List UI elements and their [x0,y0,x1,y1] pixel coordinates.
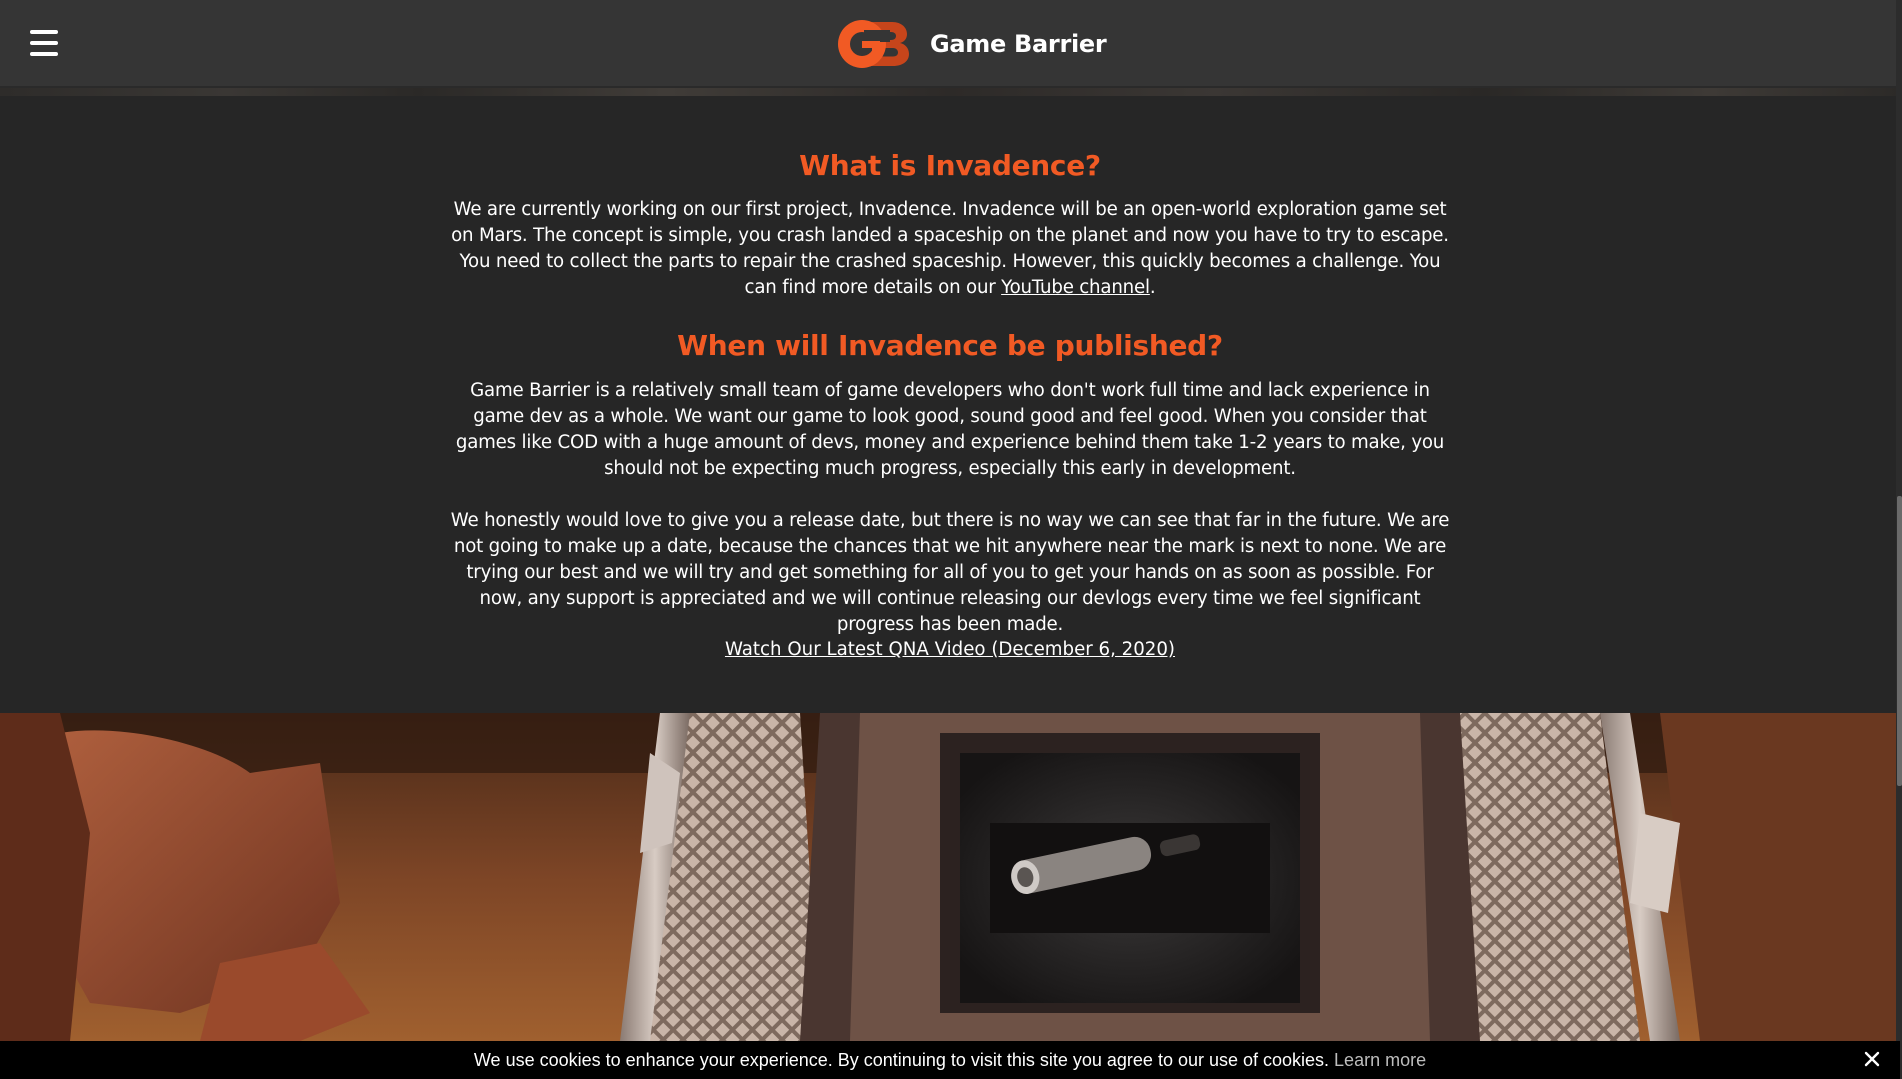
brand-home-link[interactable]: Game Barrier [836,16,1107,72]
hero-image [0,713,1900,1041]
page: Game Barrier What is Invadence? We are c… [0,0,1902,1079]
cookie-message: We use cookies to enhance your experienc… [473,1050,1335,1070]
section-paragraph-team: Game Barrier is a relatively small team … [455,380,1445,479]
section-heading-what-is-invadence: What is Invadence? [799,149,1101,182]
qna-video-link[interactable]: Watch Our Latest QNA Video (December 6, … [725,639,1175,660]
hero-artwork [0,713,1900,1041]
cookie-learn-more-link[interactable]: Learn more [1334,1050,1426,1070]
youtube-channel-link[interactable]: YouTube channel [1001,277,1150,298]
paragraph-text: We are currently working on our first pr… [451,199,1449,298]
vertical-scrollbar-thumb[interactable] [1897,496,1902,786]
site-header: Game Barrier [0,0,1900,88]
qna-video-link-wrapper: Watch Our Latest QNA Video (December 6, … [444,637,1456,663]
gb-logo-icon [838,20,909,68]
cookie-message-wrapper: We use cookies to enhance your experienc… [0,1050,1900,1070]
section-paragraph-about: We are currently working on our first pr… [444,197,1456,301]
header-decorative-strip [0,88,1900,96]
paragraph-text-end: . [1149,277,1156,298]
cookie-consent-bar: We use cookies to enhance your experienc… [0,1041,1900,1079]
section-paragraph-release-date: We honestly would love to give you a rel… [450,510,1450,635]
close-icon[interactable] [1862,1049,1882,1069]
brand-name: Game Barrier [930,30,1107,58]
section-heading-when-published: When will Invadence be published? [677,329,1223,362]
hamburger-menu-icon[interactable] [30,30,58,56]
